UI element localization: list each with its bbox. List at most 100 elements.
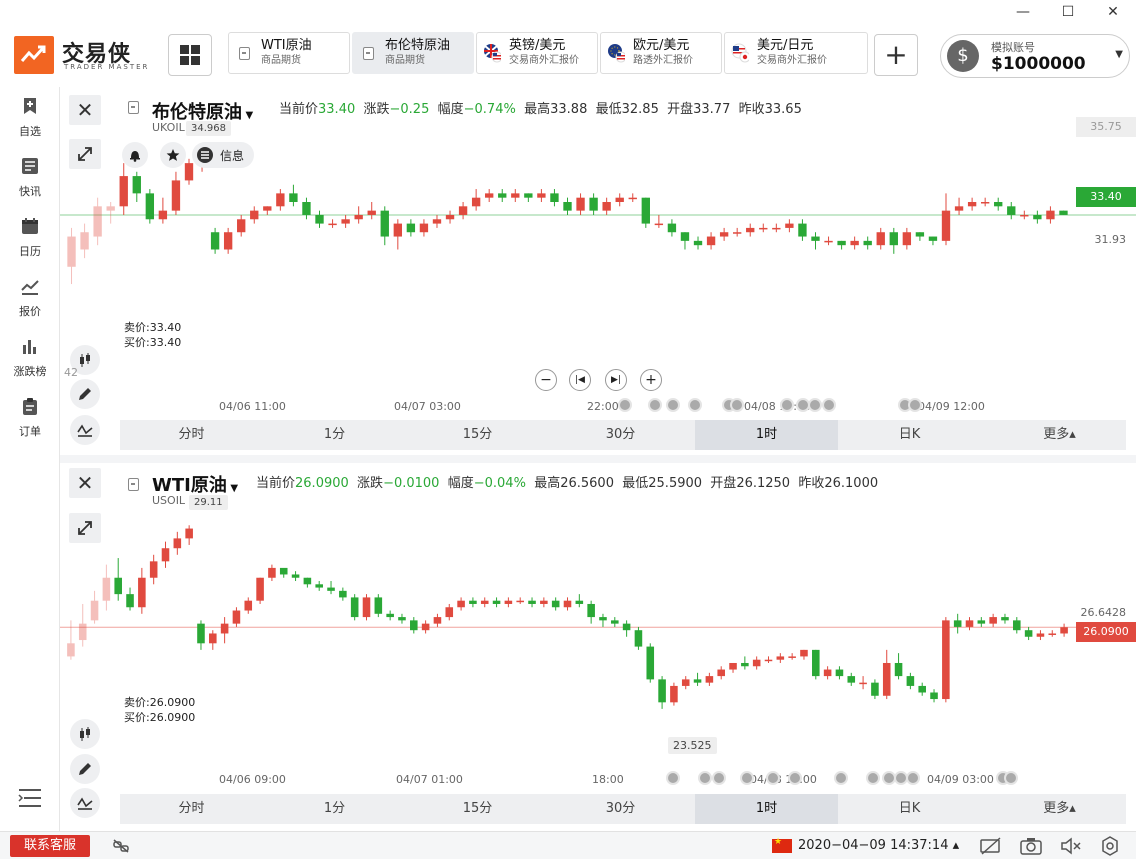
tf-tick[interactable]: 分时 (120, 794, 263, 824)
draw-button[interactable] (70, 754, 100, 784)
candle-body (980, 202, 990, 204)
collapse-menu-icon[interactable] (18, 787, 42, 813)
time-label: 04/09 03:00 (927, 773, 994, 786)
event-marker[interactable] (808, 398, 822, 412)
tf-30m[interactable]: 30分 (549, 420, 692, 450)
candle-body (954, 206, 964, 211)
doc-icon (235, 44, 253, 62)
candle (1033, 210, 1042, 224)
account-selector[interactable]: $ 模拟账号 $1000000 ▼ (940, 34, 1130, 78)
candle-body (173, 538, 182, 549)
event-marker[interactable] (834, 771, 848, 785)
draw-button[interactable] (70, 379, 100, 409)
event-marker[interactable] (666, 398, 680, 412)
sidebar-item-orders[interactable]: 订单 (0, 397, 60, 439)
indicator-button[interactable] (70, 415, 100, 445)
candle (315, 210, 324, 228)
link-icon[interactable] (112, 838, 130, 858)
event-marker[interactable] (1004, 771, 1018, 785)
candle (967, 197, 977, 211)
indicator-button[interactable] (70, 788, 100, 818)
candle (138, 567, 146, 614)
candle-body (279, 567, 288, 575)
event-marker[interactable] (822, 398, 836, 412)
tf-daily[interactable]: 日K (838, 420, 981, 450)
candle-body (622, 623, 631, 631)
tab-usdjpy[interactable]: 美元/日元 交易商外汇报价 (724, 32, 868, 74)
expand-chart-button[interactable] (69, 513, 101, 543)
tf-daily[interactable]: 日K (838, 794, 981, 824)
event-marker[interactable] (908, 398, 922, 412)
step-back-button[interactable]: |◀ (569, 369, 591, 391)
event-marker[interactable] (788, 771, 802, 785)
tf-tick[interactable]: 分时 (120, 420, 263, 450)
contact-support-button[interactable]: 联系客服 (10, 835, 90, 857)
eu-us-flag-icon (607, 44, 625, 63)
candle-body (953, 620, 962, 627)
candle (575, 594, 584, 608)
candle (119, 163, 128, 215)
camera-icon[interactable] (1020, 837, 1042, 859)
sidebar-item-movers[interactable]: 涨跌榜 (0, 337, 60, 379)
event-marker[interactable] (618, 398, 632, 412)
candle (149, 554, 158, 585)
sidebar-item-calendar[interactable]: 日历 (0, 217, 60, 259)
event-marker[interactable] (906, 771, 920, 785)
event-marker[interactable] (648, 398, 662, 412)
tf-1m[interactable]: 1分 (263, 794, 406, 824)
tab-gbpusd[interactable]: 英镑/美元 交易商外汇报价 (476, 32, 598, 74)
tf-1m[interactable]: 1分 (263, 420, 406, 450)
event-marker[interactable] (712, 771, 726, 785)
step-forward-button[interactable]: ▶| (605, 369, 627, 391)
tf-15m[interactable]: 15分 (406, 794, 549, 824)
maximize-icon[interactable]: ☐ (1058, 4, 1078, 20)
event-marker[interactable] (688, 398, 702, 412)
event-marker[interactable] (766, 771, 780, 785)
candle (646, 643, 655, 683)
server-datetime[interactable]: 2020−04−09 14:37:14 ▴ (798, 838, 959, 853)
add-tab-button[interactable]: + (874, 34, 918, 76)
event-marker[interactable] (866, 771, 880, 785)
tf-more[interactable]: 更多▴ (988, 420, 1131, 450)
candle (953, 613, 962, 634)
screen-off-icon[interactable] (980, 837, 1002, 859)
event-marker[interactable] (730, 398, 744, 412)
candle (1001, 613, 1009, 624)
pencil-icon (79, 763, 91, 775)
tf-1h[interactable]: 1时 (695, 420, 838, 450)
event-marker[interactable] (780, 398, 794, 412)
star-icon[interactable] (160, 142, 186, 168)
candlestick-chart[interactable] (60, 462, 1136, 792)
sidebar-item-quotes[interactable]: 报价 (0, 277, 60, 319)
grid-menu-button[interactable] (168, 34, 212, 76)
tf-30m[interactable]: 30分 (549, 794, 692, 824)
crosshair-value: 34.968 (186, 121, 231, 136)
sidebar-item-watchlist[interactable]: 自选 (0, 97, 60, 139)
tab-brent[interactable]: 布伦特原油 商品期货 (352, 32, 474, 74)
tf-1h[interactable]: 1时 (695, 794, 838, 824)
sidebar-item-news[interactable]: 快讯 (0, 157, 60, 199)
settings-icon[interactable] (1100, 836, 1120, 859)
candle (563, 597, 572, 611)
zoom-out-button[interactable]: − (535, 369, 557, 391)
mute-icon[interactable] (1060, 837, 1082, 859)
event-marker[interactable] (698, 771, 712, 785)
info-button[interactable]: 信息 (192, 142, 255, 168)
bell-icon[interactable] (122, 142, 148, 168)
minimize-icon[interactable]: — (1013, 4, 1033, 20)
candle-body (209, 633, 217, 644)
tab-wti[interactable]: WTI原油 商品期货 (228, 32, 350, 74)
close-chart-button[interactable]: ✕ (69, 468, 101, 498)
expand-chart-button[interactable] (69, 139, 101, 169)
zoom-in-button[interactable]: + (640, 369, 662, 391)
candle-type-button[interactable] (70, 719, 100, 749)
tf-15m[interactable]: 15分 (406, 420, 549, 450)
close-window-icon[interactable]: ✕ (1103, 4, 1123, 20)
close-chart-button[interactable]: ✕ (69, 95, 101, 125)
tf-more[interactable]: 更多▴ (988, 794, 1131, 824)
candlestick-chart[interactable] (60, 87, 1136, 417)
event-marker[interactable] (740, 771, 754, 785)
time-label: 18:00 (592, 773, 624, 786)
event-marker[interactable] (666, 771, 680, 785)
tab-eurusd[interactable]: 欧元/美元 路透外汇报价 (600, 32, 722, 74)
